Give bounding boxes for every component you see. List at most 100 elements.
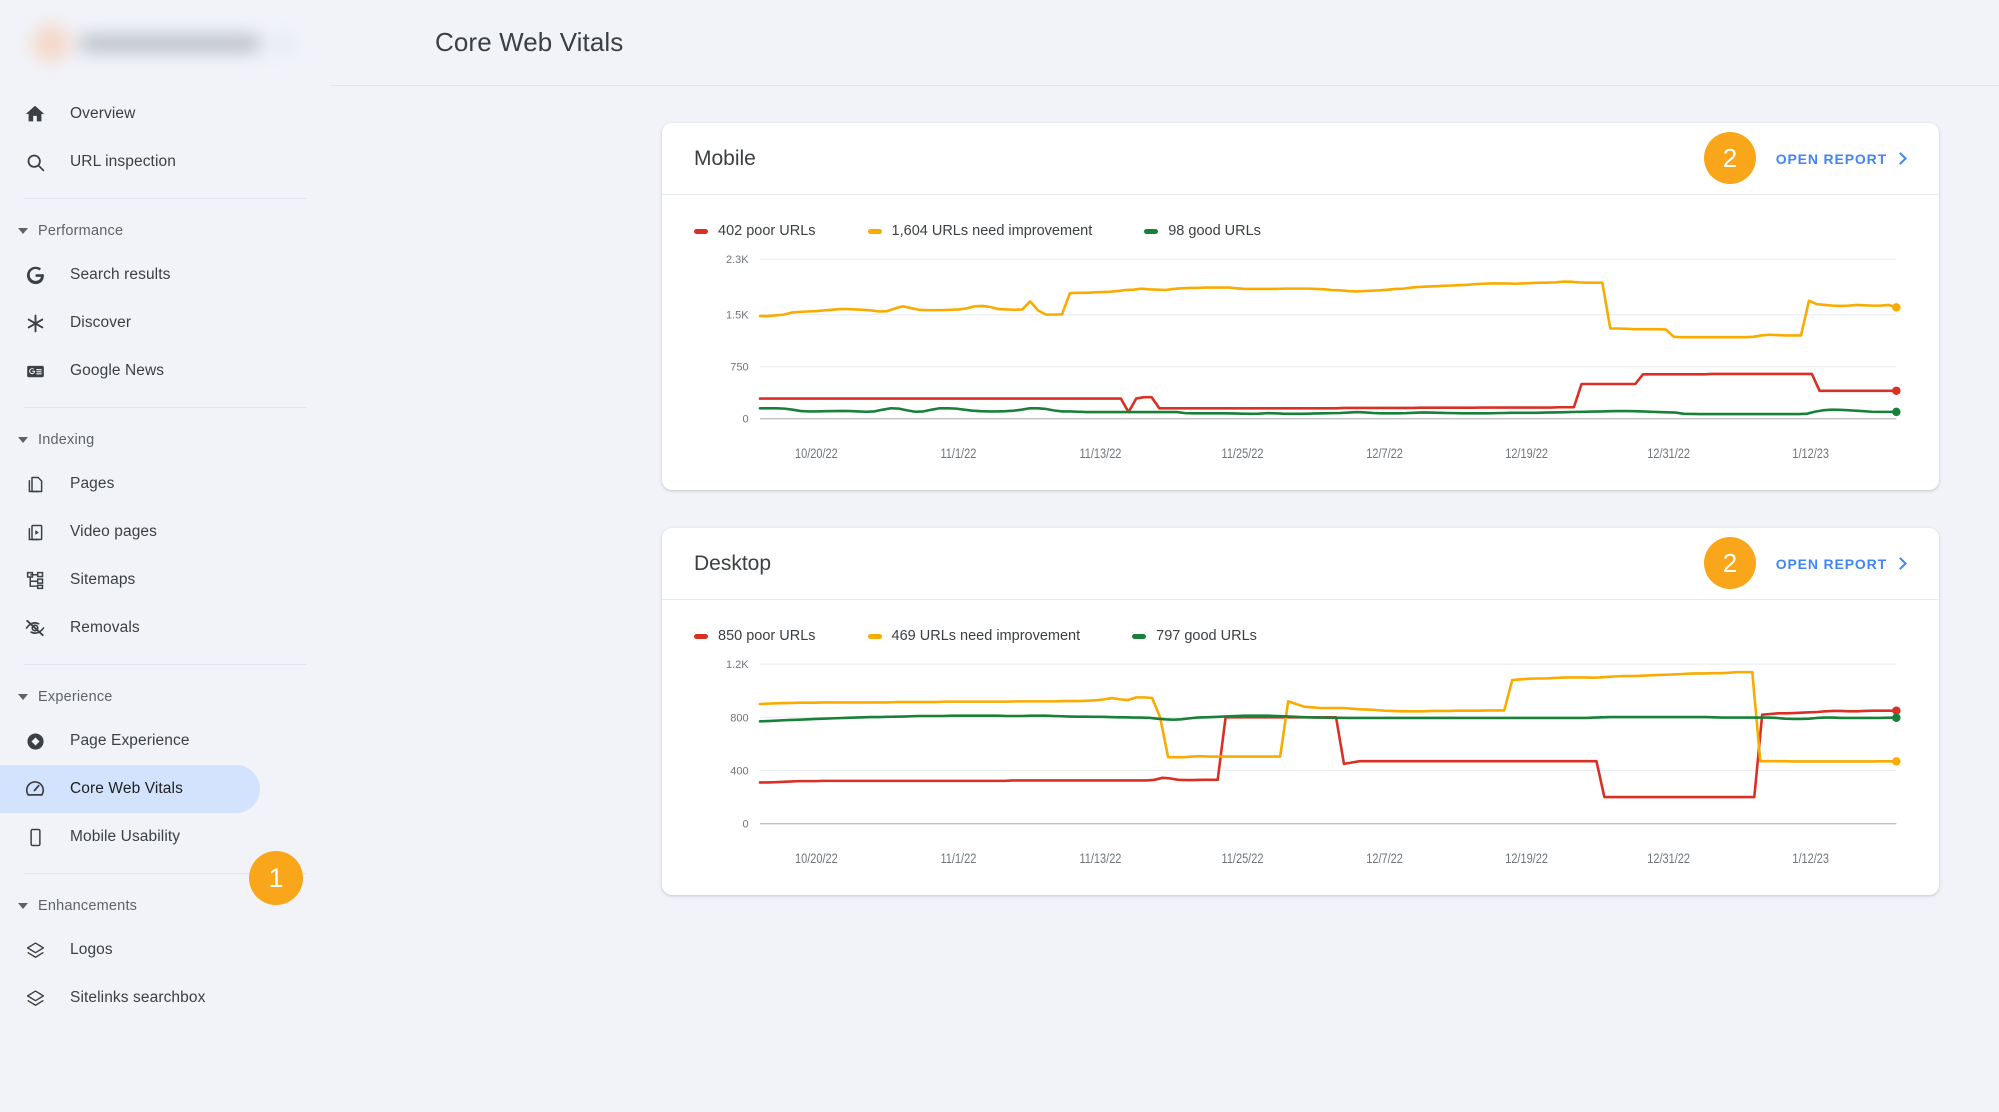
search-icon	[24, 151, 46, 173]
legend-item-good[interactable]: 797 good URLs	[1132, 628, 1257, 644]
open-report-label: OPEN REPORT	[1775, 150, 1887, 167]
sidebar-item-mobile-usability[interactable]: Mobile Usability	[0, 813, 260, 861]
desktop-chart-svg: 0 400 800 1.2K	[726, 659, 1901, 831]
legend-item-needs-improvement[interactable]: 1,604 URLs need improvement	[867, 223, 1092, 239]
sitemap-icon	[24, 569, 46, 591]
x-tick-label: 11/25/22	[1222, 851, 1264, 866]
legend-swatch-needs-improvement	[867, 228, 882, 234]
desktop-open-report-link[interactable]: OPEN REPORT	[1775, 555, 1907, 572]
y-tick-label: 800	[730, 713, 748, 725]
x-tick-label: 12/19/22	[1505, 446, 1548, 461]
legend-swatch-poor	[694, 633, 708, 639]
main-content: Core Web Vitals Mobile 2 OPEN REPORT 402…	[330, 0, 1999, 1112]
sidebar-item-video-pages[interactable]: Video pages	[0, 508, 260, 556]
sidebar-item-sitelinks-searchbox[interactable]: Sitelinks searchbox	[0, 974, 260, 1022]
sidebar-divider	[24, 664, 306, 665]
sidebar-item-search-results[interactable]: Search results	[0, 251, 260, 299]
property-selector-redacted	[10, 22, 308, 64]
sidebar-item-label: Overview	[70, 105, 136, 122]
sidebar-section-experience[interactable]: Experience	[0, 677, 330, 717]
sidebar-section-label: Performance	[38, 223, 124, 239]
chevron-right-icon	[1894, 151, 1907, 165]
sidebar-item-label: Sitelinks searchbox	[70, 989, 206, 1006]
sidebar-item-pages[interactable]: Pages	[0, 460, 260, 508]
sidebar-item-core-web-vitals[interactable]: Core Web Vitals	[0, 765, 260, 813]
series-line	[760, 711, 1896, 797]
x-tick-label: 11/13/22	[1079, 851, 1121, 866]
sidebar-item-label: Google News	[70, 362, 165, 379]
x-tick-label: 11/25/22	[1222, 446, 1264, 461]
sidebar-item-label: Discover	[70, 314, 132, 331]
pages-icon	[24, 473, 46, 495]
series-end-marker	[1892, 386, 1901, 396]
desktop-card: Desktop 2 OPEN REPORT 850 poor URLs 469 …	[662, 528, 1939, 896]
sidebar-item-label: Video pages	[70, 523, 158, 540]
layers-icon	[24, 939, 46, 961]
legend-swatch-good	[1144, 228, 1159, 234]
mobile-open-report-link[interactable]: OPEN REPORT	[1775, 150, 1907, 167]
desktop-chart[interactable]: 0 400 800 1.2K 10/20/22 11/1/22 11/13/22 11/25…	[662, 648, 1939, 895]
sidebar-item-label: Mobile Usability	[70, 828, 181, 845]
chevron-down-icon	[276, 38, 292, 48]
cards-area: Mobile 2 OPEN REPORT 402 poor URLs 1,604…	[330, 86, 1999, 896]
sidebar-item-google-news[interactable]: Google News	[0, 347, 260, 395]
x-tick-label: 11/13/22	[1079, 446, 1121, 461]
legend-swatch-poor	[694, 228, 708, 234]
sidebar-section-performance[interactable]: Performance	[0, 211, 330, 251]
series-end-marker	[1892, 303, 1901, 312]
sidebar-item-label: Page Experience	[70, 732, 190, 749]
news-card-icon	[24, 360, 46, 382]
chevron-right-icon	[1894, 556, 1907, 570]
home-icon	[24, 103, 46, 125]
x-tick-label: 12/31/22	[1647, 446, 1690, 461]
search-console-app: Overview URL inspection Performance Sear…	[0, 0, 1999, 1112]
sidebar-item-discover[interactable]: Discover	[0, 299, 260, 347]
sidebar-section-label: Experience	[38, 689, 113, 705]
desktop-legend: 850 poor URLs 469 URLs need improvement …	[662, 600, 1939, 648]
mobile-chart-axis-labels: 10/20/22 11/1/22 11/13/22 11/25/22 12/7/22 12…	[795, 446, 1829, 461]
legend-label: 850 poor URLs	[718, 628, 816, 645]
property-avatar	[32, 24, 70, 62]
caret-down-icon	[18, 228, 28, 234]
series-line	[760, 282, 1896, 337]
legend-swatch-good	[1132, 633, 1147, 639]
y-tick-label: 1.5K	[726, 310, 749, 322]
mobile-chart[interactable]: 0 750 1.5K 2.3K 10/20/22 11/1/22 11/13/22 11/2…	[662, 243, 1939, 490]
desktop-chart-axis-labels: 10/20/22 11/1/22 11/13/22 11/25/22 12/7/22 12…	[795, 851, 1829, 866]
speedometer-icon	[24, 778, 46, 800]
open-report-label: OPEN REPORT	[1775, 555, 1887, 572]
sidebar-item-url-inspection[interactable]: URL inspection	[0, 138, 260, 186]
legend-item-needs-improvement[interactable]: 469 URLs need improvement	[867, 628, 1081, 645]
sidebar-item-label: Removals	[70, 619, 140, 636]
sidebar-item-removals[interactable]: Removals	[0, 604, 260, 652]
step-badge-2-desktop: 2	[1704, 537, 1756, 590]
legend-swatch-needs-improvement	[867, 633, 882, 639]
legend-item-poor[interactable]: 850 poor URLs	[694, 628, 816, 644]
property-selector[interactable]	[0, 0, 330, 86]
x-tick-label: 10/20/22	[795, 446, 838, 461]
page-title: Core Web Vitals	[435, 27, 624, 57]
sidebar-item-logos[interactable]: Logos	[0, 926, 260, 974]
sidebar-section-indexing[interactable]: Indexing	[0, 420, 330, 460]
legend-label: 469 URLs need improvement	[891, 628, 1081, 645]
x-tick-label: 12/7/22	[1366, 446, 1403, 461]
legend-item-poor[interactable]: 402 poor URLs	[694, 223, 816, 239]
sidebar-item-label: URL inspection	[70, 153, 176, 170]
sidebar-item-label: Search results	[70, 266, 171, 283]
y-tick-label: 0	[742, 414, 748, 426]
series-line	[760, 374, 1896, 412]
sidebar-item-page-experience[interactable]: Page Experience	[0, 717, 260, 765]
series-end-marker	[1892, 757, 1901, 766]
y-tick-label: 1.2K	[726, 659, 749, 671]
legend-item-good[interactable]: 98 good URLs	[1144, 223, 1261, 239]
mobile-chart-svg: 0 750 1.5K 2.3K	[726, 254, 1901, 426]
mobile-legend: 402 poor URLs 1,604 URLs need improvemen…	[662, 195, 1939, 243]
legend-label: 98 good URLs	[1168, 223, 1261, 239]
sidebar-item-overview[interactable]: Overview	[0, 90, 260, 138]
mobile-card: Mobile 2 OPEN REPORT 402 poor URLs 1,604…	[662, 123, 1939, 491]
property-name-redacted	[80, 35, 260, 51]
y-tick-label: 750	[730, 362, 748, 374]
layers-icon	[24, 987, 46, 1009]
page-header: Core Web Vitals	[330, 0, 1999, 86]
sidebar-item-sitemaps[interactable]: Sitemaps	[0, 556, 260, 604]
